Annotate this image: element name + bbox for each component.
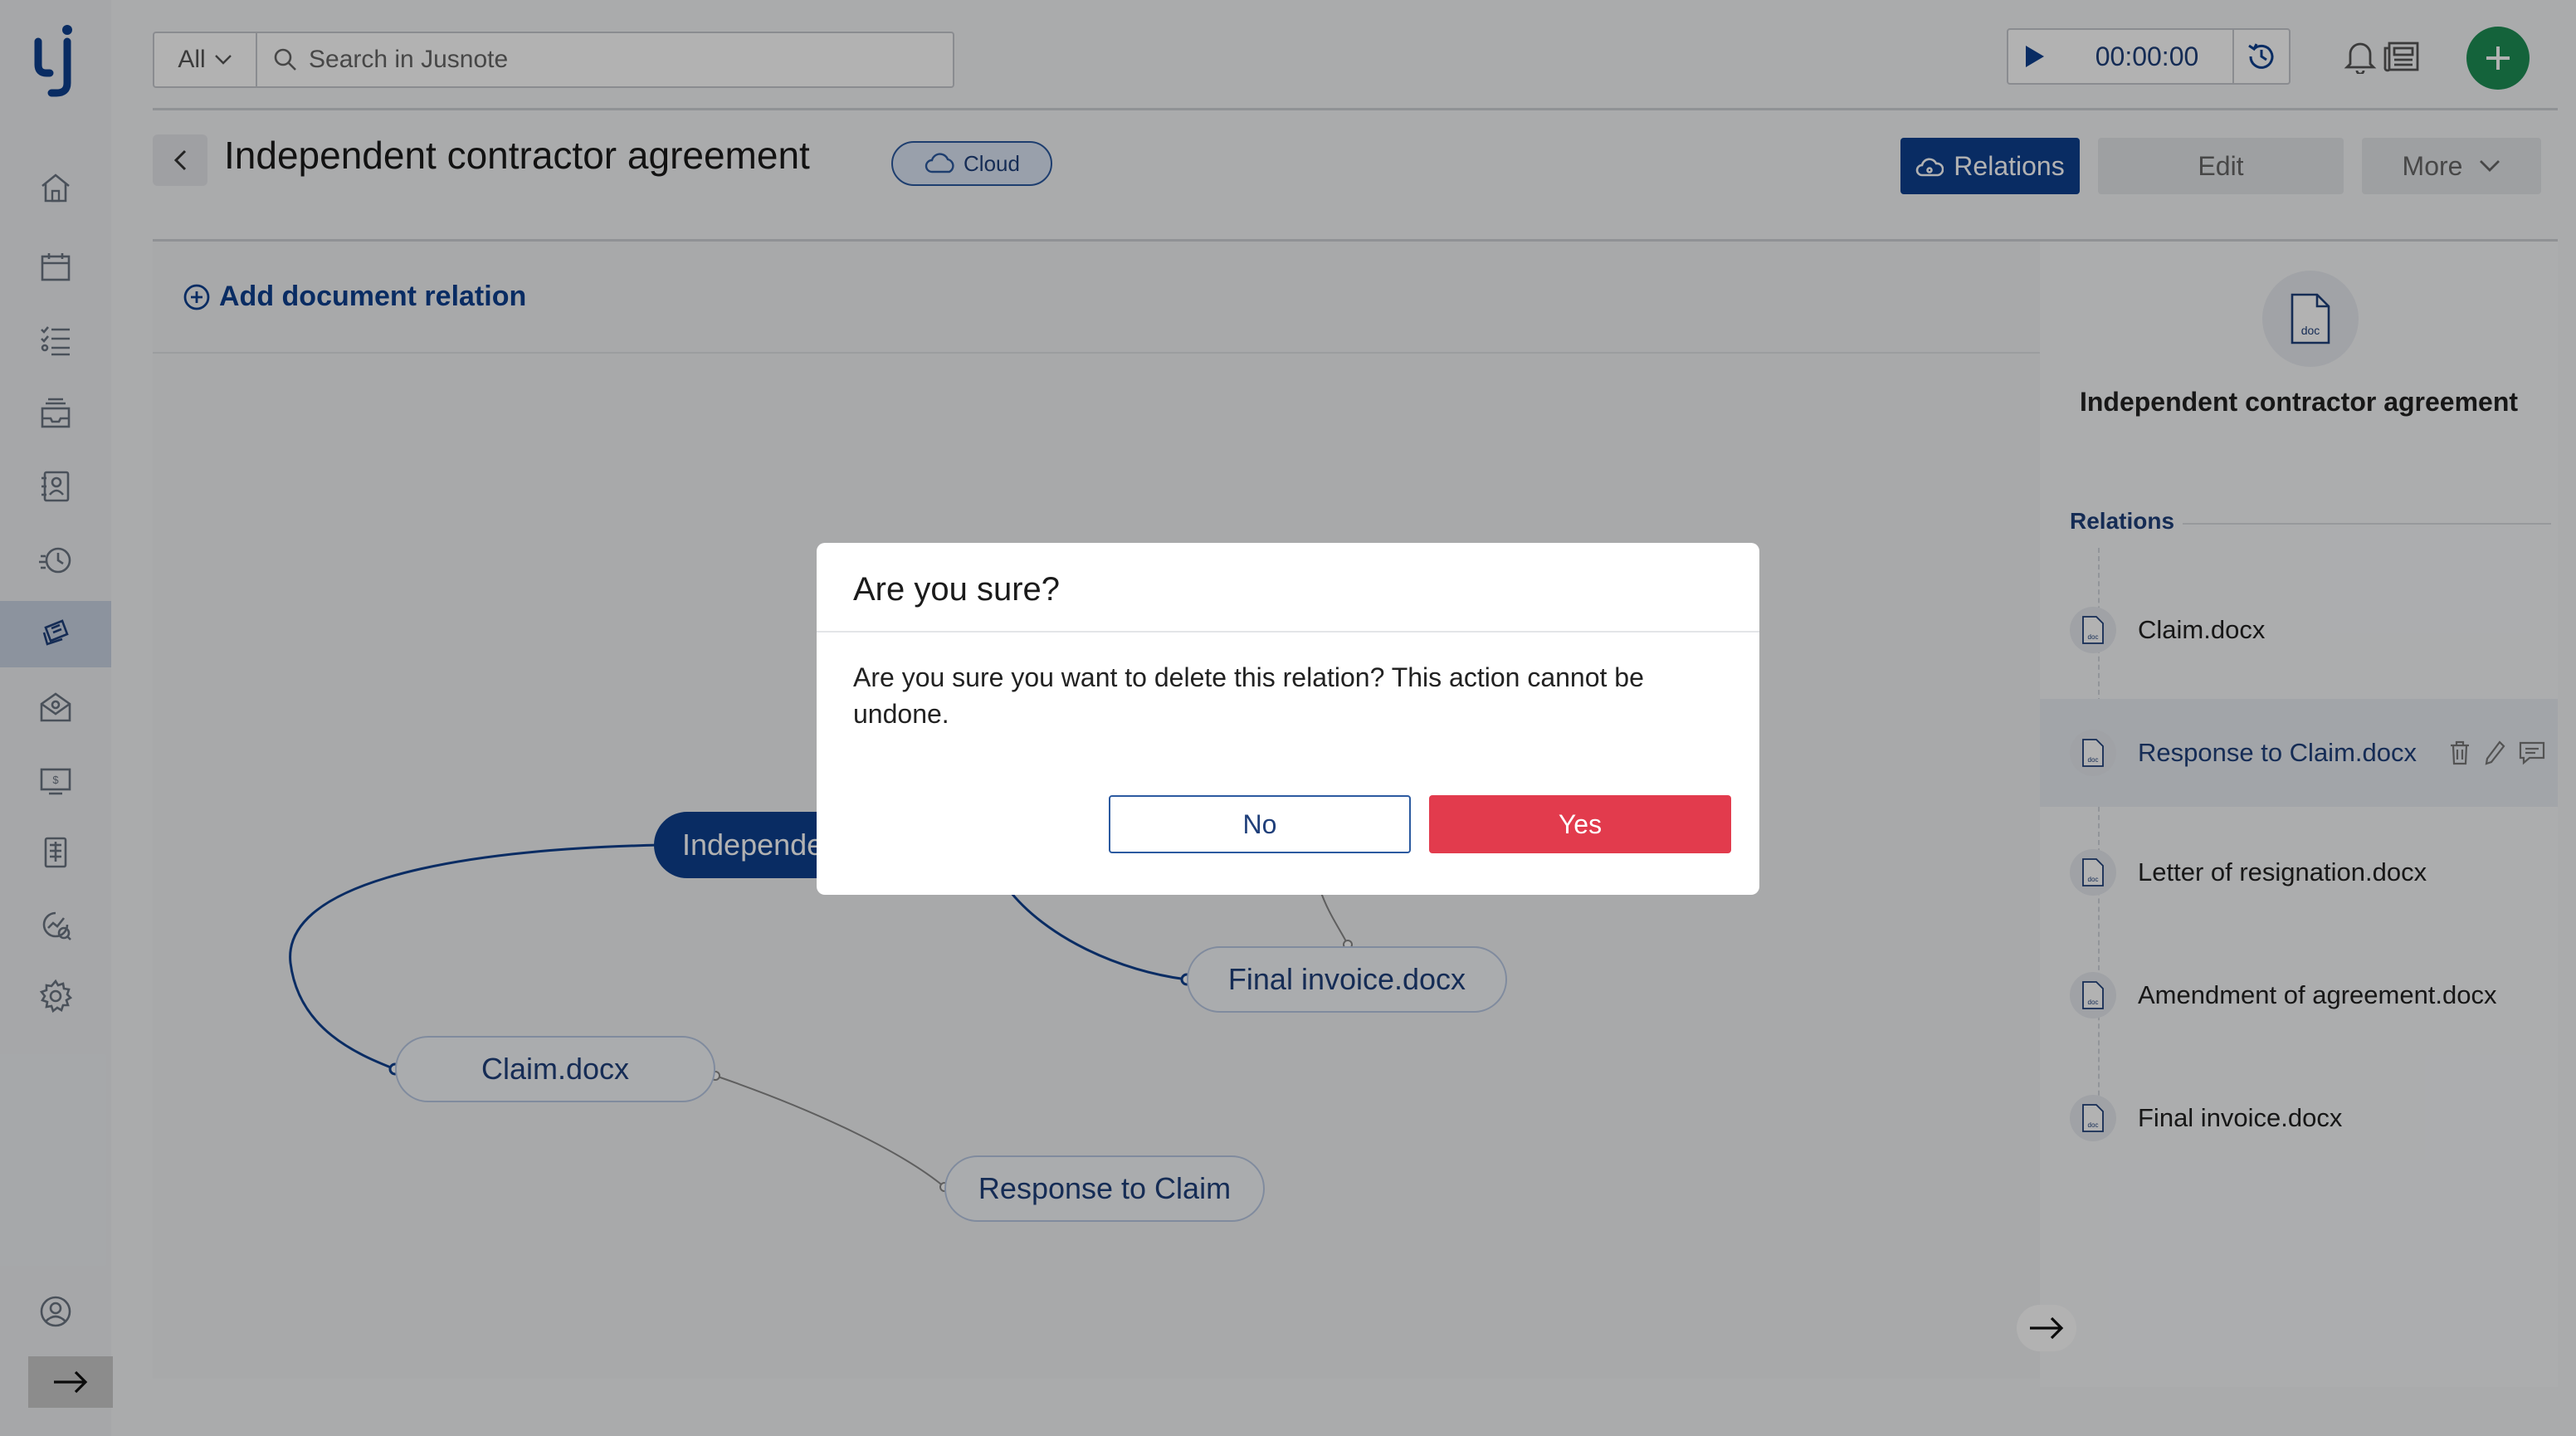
dialog-title: Are you sure? [853,571,1061,608]
confirm-delete-dialog: Are you sure? Are you sure you want to d… [817,543,1759,895]
no-button[interactable]: No [1109,795,1411,853]
dialog-divider [817,631,1759,633]
dialog-message: Are you sure you want to delete this rel… [853,662,1644,729]
yes-button[interactable]: Yes [1429,795,1731,853]
